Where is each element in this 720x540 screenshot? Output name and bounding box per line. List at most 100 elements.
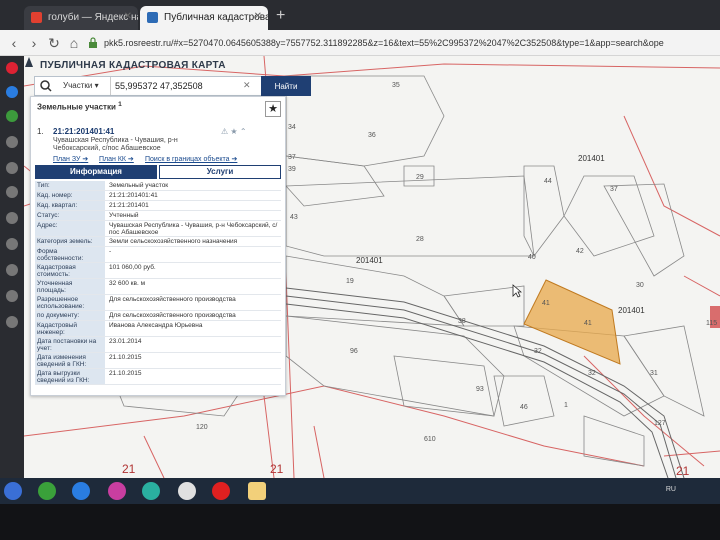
property-row: Тип: Земельный участок [35, 181, 281, 191]
ie-icon[interactable] [72, 482, 90, 500]
property-row: Кадастровая стоимость: 101 060,00 руб. [35, 263, 281, 279]
map-label: 32 [534, 348, 542, 355]
map-label: 44 [544, 178, 552, 185]
taskbar: RU [0, 478, 720, 504]
property-row: Статус: Учтенный [35, 211, 281, 221]
send-icon[interactable] [6, 162, 18, 174]
forward-arrow-icon[interactable]: › [26, 35, 42, 51]
messenger-icon[interactable] [6, 86, 18, 98]
start-button-icon[interactable] [4, 482, 22, 500]
back-arrow-icon[interactable]: ‹ [6, 35, 22, 51]
map-label: 38 [458, 318, 466, 325]
map-label: 610 [424, 436, 436, 443]
yandex-browser-icon[interactable] [178, 482, 196, 500]
map-label: 29 [416, 174, 424, 181]
map-label: 36 [368, 132, 376, 139]
map-label: 43 [290, 214, 298, 221]
tab-label: Публичная кадастровая к [164, 12, 268, 23]
map-label: 201401 [618, 306, 645, 315]
search-icon[interactable] [35, 77, 57, 95]
puzzle-icon[interactable] [6, 290, 18, 302]
clear-search-icon[interactable]: ✕ [243, 80, 251, 91]
map-label: 120 [196, 424, 208, 431]
link-plan-zu[interactable]: План ЗУ ➔ [53, 155, 88, 163]
search-button[interactable]: Найти [261, 76, 311, 96]
chrome-icon[interactable] [38, 482, 56, 500]
close-icon[interactable]: ✕ [124, 11, 132, 22]
parcel-info-panel: Земельные участки 1 ★ 1. 21:21:201401:41… [30, 96, 286, 396]
opera-icon[interactable] [6, 62, 18, 74]
map-label: 28 [416, 236, 424, 243]
map-label: 127 [654, 420, 666, 427]
cadastral-map[interactable]: 35 36 34 37 39 29 43 44 201401 28 42 37 … [24, 56, 720, 478]
property-row: Кадастровый инженер: Иванова Александра Ю… [35, 321, 281, 337]
property-row: Кад. квартал: 21:21:201401 [35, 201, 281, 211]
result-number: 1. [37, 127, 44, 136]
map-label: 21 [270, 462, 284, 476]
reload-icon[interactable]: ↻ [46, 35, 62, 51]
warning-icon[interactable]: ⚠ [221, 127, 228, 136]
map-label: 46 [520, 404, 528, 411]
map-label: 41 [584, 320, 592, 327]
map-label: 37 [288, 154, 296, 161]
rosreestr-favicon-icon [147, 12, 158, 23]
star-outline-icon[interactable]: ★ [230, 127, 237, 136]
tab-services[interactable]: Услуги [159, 165, 281, 179]
yandex-favicon-icon [31, 12, 42, 23]
map-label: 30 [636, 282, 644, 289]
close-icon[interactable]: ✕ [254, 11, 262, 22]
opera-icon[interactable] [212, 482, 230, 500]
link-search-bounds[interactable]: Поиск в границах объекта ➔ [145, 155, 237, 163]
property-row: Форма собственности: - [35, 247, 281, 263]
file-explorer-icon[interactable] [248, 482, 266, 500]
panel-title: Земельные участки [37, 102, 116, 112]
map-label: 115 [706, 320, 718, 327]
map-label: 42 [576, 248, 584, 255]
whatsapp-icon[interactable] [6, 110, 18, 122]
heart-icon[interactable] [6, 212, 18, 224]
property-row: Дата выгрузки сведений из ГКН: 21.10.2015 [35, 369, 281, 385]
settings-gear-icon[interactable] [6, 316, 18, 328]
collapse-chevron-icon[interactable]: ⌃ [240, 127, 247, 136]
search-bar: Участки ▾ ✕ Найти [34, 76, 311, 96]
history-icon[interactable] [6, 136, 18, 148]
url-field[interactable]: pkk5.rosreestr.ru/#x=5270470.0645605388y… [104, 34, 664, 52]
property-row: Кад. номер: 21:21:201401:41 [35, 191, 281, 201]
app-icon[interactable] [142, 482, 160, 500]
address-bar: ‹ › ↻ ⌂ pkk5.rosreestr.ru/#x=5270470.064… [0, 30, 720, 56]
home-icon[interactable]: ⌂ [66, 35, 82, 51]
property-row: Категория земель: Земли сельскохозяйствен… [35, 237, 281, 247]
tab-bar: голуби — Яндекс нашлось ✕ Публичная када… [0, 0, 720, 30]
map-label: 201401 [356, 256, 383, 265]
search-type-label: Участки [63, 81, 93, 90]
map-label: 96 [350, 348, 358, 355]
map-label: 1 [564, 402, 568, 409]
property-row: по документу: Для сельскохозяйственного п… [35, 311, 281, 321]
tab-yandex-search[interactable]: голуби — Яндекс нашлось ✕ [24, 6, 138, 30]
lock-icon [89, 37, 97, 48]
clock-icon[interactable] [6, 264, 18, 276]
map-label: 34 [288, 124, 296, 131]
search-type-select[interactable]: Участки ▾ [57, 77, 111, 95]
result-cadastral-id[interactable]: 21:21:201401:41 [53, 127, 114, 136]
language-indicator[interactable]: RU [666, 486, 676, 493]
map-label: 201401 [578, 154, 605, 163]
property-row: Дата изменения сведений в ГКН: 21.10.2015 [35, 353, 281, 369]
link-plan-kk[interactable]: План КК ➔ [99, 155, 134, 163]
property-row: Уточненная площадь: 32 600 кв. м [35, 279, 281, 295]
map-label: 21 [122, 462, 136, 476]
new-tab-plus-icon[interactable]: + [276, 8, 292, 24]
result-actions: ⚠ ★ ⌃ [221, 127, 247, 136]
monitor-bezel [0, 504, 720, 540]
rosreestr-logo-icon [25, 57, 33, 67]
camera-icon[interactable] [6, 186, 18, 198]
tab-cadastral-map[interactable]: Публичная кадастровая к ✕ [140, 6, 268, 30]
favorite-star-icon[interactable]: ★ [265, 101, 281, 117]
map-label: 35 [392, 82, 400, 89]
media-icon[interactable] [108, 482, 126, 500]
apps-grid-icon[interactable] [6, 238, 18, 250]
panel-count: 1 [118, 101, 122, 108]
map-label: 37 [610, 186, 618, 193]
map-label: 41 [542, 300, 550, 307]
tab-information[interactable]: Информация [35, 165, 157, 179]
